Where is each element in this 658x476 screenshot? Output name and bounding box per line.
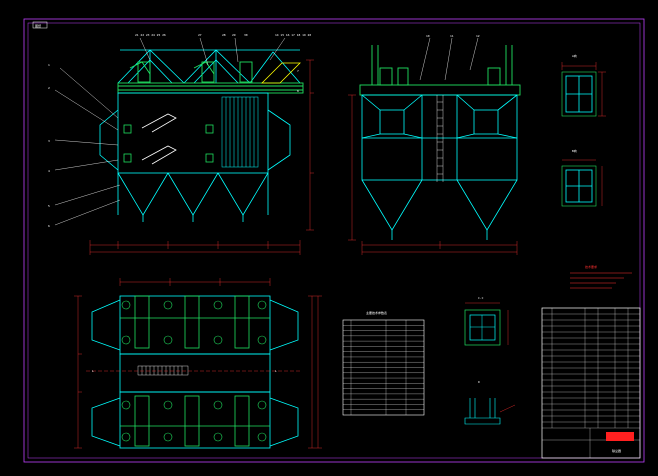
section-mark-left: L xyxy=(92,369,94,373)
detail-title-cc: C-C xyxy=(478,296,484,300)
side-label-4: 4 xyxy=(48,169,50,173)
detail-views: A向 B向 技术要求 xyxy=(561,53,632,289)
detail-title-b: B向 xyxy=(572,148,577,153)
internal-ladder xyxy=(141,113,177,165)
top-label-4: 29 xyxy=(232,33,236,37)
side-label-1: 1 xyxy=(48,63,50,67)
notes-title: 技术要求 xyxy=(585,264,597,269)
cad-drawing-sheet: 图纸 21 22 23 24 25 26 27 28 29 30 14 15 1… xyxy=(23,18,645,463)
drawing-name: 除尘器 xyxy=(612,448,621,453)
top-label-5: 30 xyxy=(244,33,248,37)
side-dimensions xyxy=(348,94,518,255)
outer-frame xyxy=(23,18,645,463)
title-block: 除尘器 xyxy=(541,307,641,459)
section-mark-right: L xyxy=(275,369,277,373)
title-block-stamp xyxy=(606,432,634,441)
detail-title-a: A向 xyxy=(572,53,577,58)
side-label-7: 7 xyxy=(297,69,299,73)
valve-cluster xyxy=(123,124,214,163)
side-view-label-2: 11 xyxy=(450,34,454,38)
side-label-8: 8 xyxy=(297,89,299,93)
plan-grille xyxy=(137,365,189,376)
top-label-6: 14 15 16 17 18 19 20 xyxy=(275,33,311,37)
yellow-brace xyxy=(261,62,301,84)
casing xyxy=(99,92,291,222)
top-label-2: 27 xyxy=(198,33,202,37)
top-label-3: 28 xyxy=(222,33,226,37)
parts-table-title: 主要技术参数表 xyxy=(366,310,387,315)
side-view-label-1: 10 xyxy=(426,34,430,38)
side-label-6: 6 xyxy=(48,224,50,228)
side-label-3: 3 xyxy=(48,139,50,143)
notes-lines xyxy=(570,272,632,289)
side-elevation: 10 11 12 xyxy=(348,34,521,255)
side-label-5: 5 xyxy=(48,204,50,208)
front-dimensions xyxy=(89,59,314,255)
top-platform xyxy=(117,61,304,94)
section-details: C-C D xyxy=(464,296,516,425)
detail-title-d: D xyxy=(478,380,480,384)
side-label-2: 2 xyxy=(48,86,50,90)
side-view-label-3: 12 xyxy=(476,34,480,38)
leader-lines xyxy=(54,37,286,226)
side-ladder xyxy=(436,95,444,182)
plan-view: L L xyxy=(74,278,322,449)
parts-table: 主要技术参数表 xyxy=(342,310,425,416)
top-label-1: 21 22 23 24 25 26 xyxy=(135,33,166,37)
sheet-tag: 图纸 xyxy=(35,23,41,28)
front-elevation: 21 22 23 24 25 26 27 28 29 30 14 15 16 1… xyxy=(48,33,314,255)
filter-bag-bank xyxy=(221,96,259,168)
